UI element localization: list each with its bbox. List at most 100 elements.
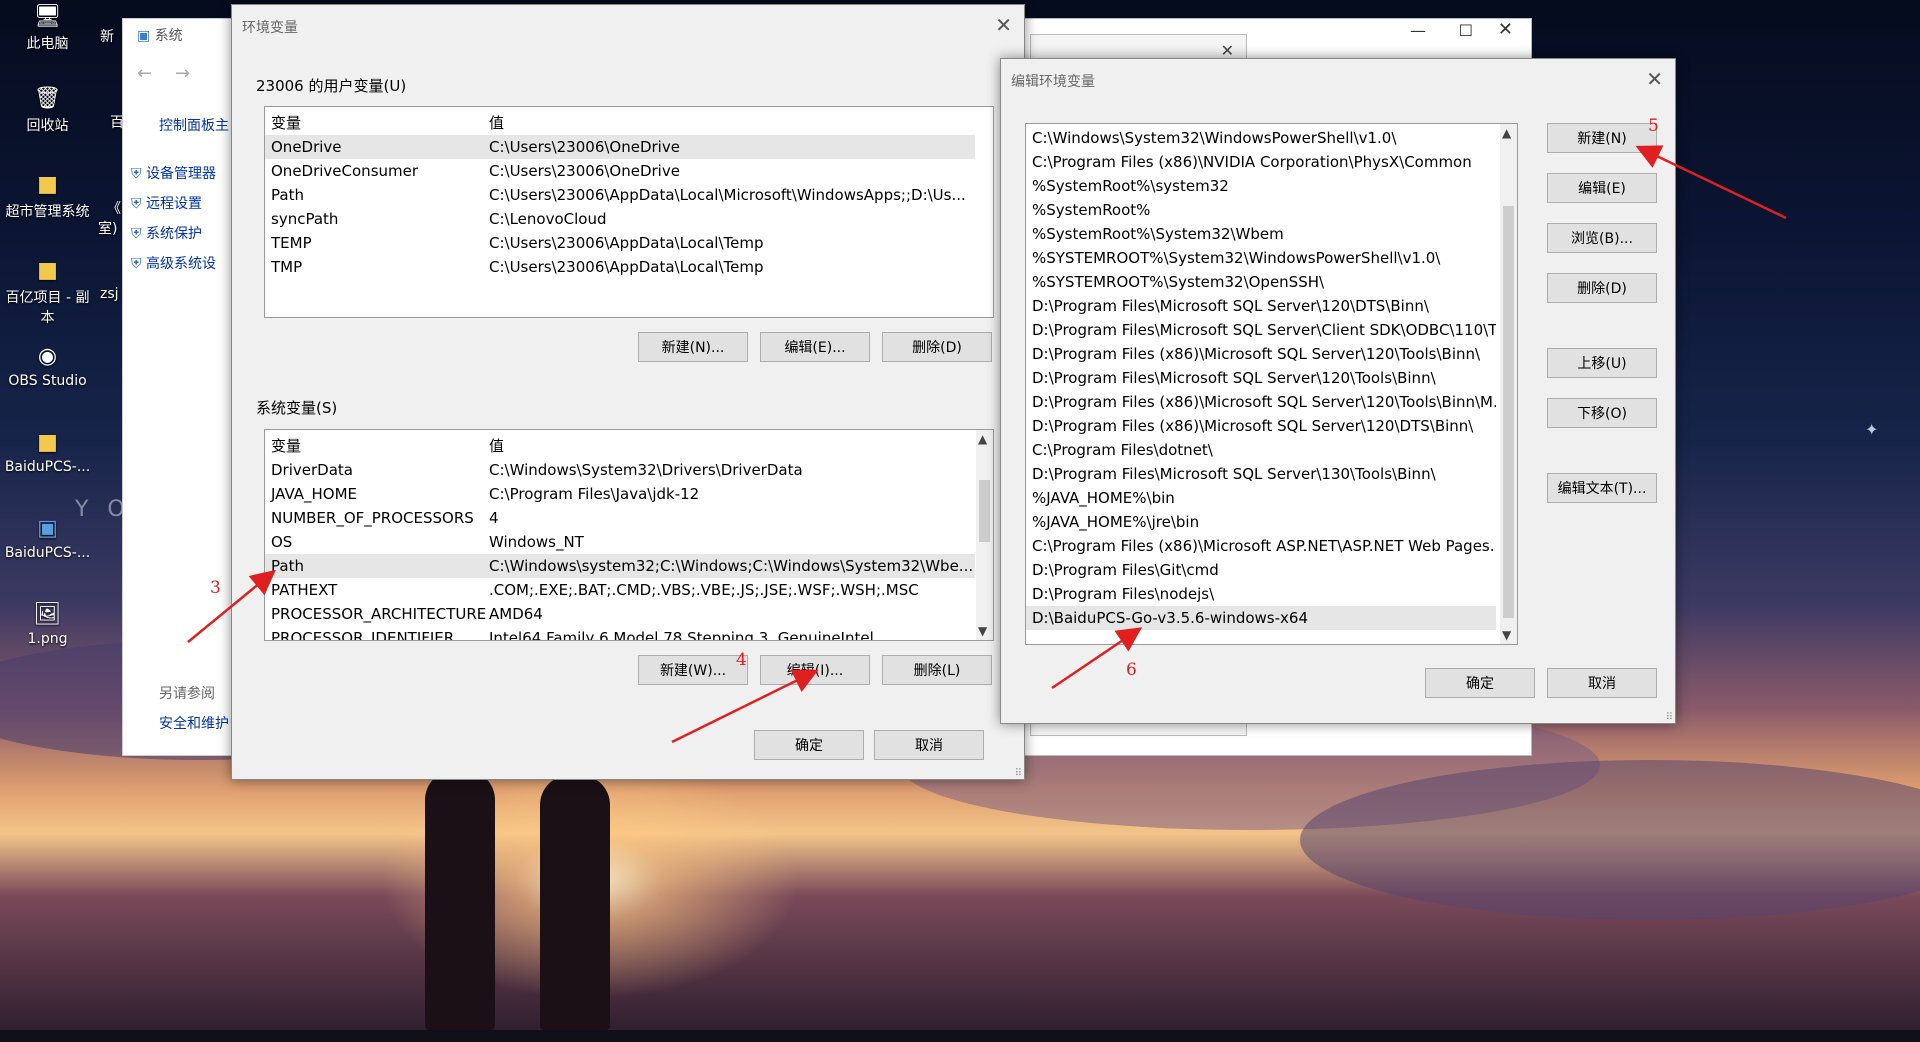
nav-item-advanced-settings[interactable]: ⛨ 高级系统设 bbox=[131, 249, 216, 279]
security-maintenance-link[interactable]: 安全和维护 bbox=[159, 713, 229, 733]
app-icon: ▣ bbox=[37, 516, 58, 541]
path-list-item[interactable]: %SYSTEMROOT%\System32\WindowsPowerShell\… bbox=[1026, 246, 1496, 270]
scrollbar-thumb[interactable] bbox=[979, 480, 990, 542]
path-list-item[interactable]: C:\Windows\System32\WindowsPowerShell\v1… bbox=[1026, 126, 1496, 150]
path-list-item[interactable]: D:\Program Files\Microsoft SQL Server\13… bbox=[1026, 462, 1496, 486]
path-list-item[interactable]: %SystemRoot%\system32 bbox=[1026, 174, 1496, 198]
path-list-item[interactable]: D:\Program Files (x86)\Microsoft SQL Ser… bbox=[1026, 390, 1496, 414]
user-new-button[interactable]: 新建(N)... bbox=[638, 332, 748, 362]
annotation-number: 5 bbox=[1648, 116, 1659, 136]
close-icon[interactable]: ✕ bbox=[995, 13, 1012, 37]
table-row[interactable]: TEMP C:\Users\23006\AppData\Local\Temp bbox=[265, 231, 975, 255]
cancel-button[interactable]: 取消 bbox=[1547, 668, 1657, 698]
path-list-item[interactable]: D:\Program Files\Microsoft SQL Server\12… bbox=[1026, 366, 1496, 390]
ok-button[interactable]: 确定 bbox=[754, 730, 864, 760]
system-vars-label: 系统变量(S) bbox=[256, 399, 338, 417]
chevron-up-icon[interactable]: ▲ bbox=[1502, 126, 1511, 140]
user-edit-button[interactable]: 编辑(E)... bbox=[760, 332, 870, 362]
path-list-item[interactable]: C:\Program Files (x86)\NVIDIA Corporatio… bbox=[1026, 150, 1496, 174]
path-list-item[interactable]: D:\Program Files (x86)\Microsoft SQL Ser… bbox=[1026, 414, 1496, 438]
desktop-icon-recycle-bin[interactable]: 🗑 回收站 bbox=[0, 86, 95, 135]
chevron-down-icon[interactable]: ▼ bbox=[1502, 628, 1511, 642]
path-list-scrollbar[interactable]: ▲ ▼ bbox=[1500, 124, 1517, 644]
path-list-item[interactable]: %SystemRoot%\System32\Wbem bbox=[1026, 222, 1496, 246]
edit-text-button[interactable]: 编辑文本(T)... bbox=[1547, 473, 1657, 503]
back-arrow-icon[interactable]: ← bbox=[137, 63, 152, 84]
forward-arrow-icon[interactable]: → bbox=[175, 63, 190, 84]
system-vars-list[interactable]: 变量 值 DriverData C:\Windows\System32\Drive… bbox=[264, 429, 994, 641]
control-panel-home-link[interactable]: 控制面板主 bbox=[159, 115, 229, 135]
browse-button[interactable]: 浏览(B)... bbox=[1547, 223, 1657, 253]
desktop-icon-png[interactable]: 🖼 1.png bbox=[0, 602, 95, 647]
table-row[interactable]: DriverData C:\Windows\System32\Drivers\Dr… bbox=[265, 458, 975, 482]
table-row[interactable]: OneDrive C:\Users\23006\OneDrive bbox=[265, 135, 975, 159]
close-icon[interactable]: ✕ bbox=[1646, 67, 1663, 91]
env-dialog-titlebar: 环境变量 ✕ bbox=[232, 5, 1024, 45]
system-window-icon: ▣ bbox=[137, 28, 151, 44]
path-list-item[interactable]: %SystemRoot% bbox=[1026, 198, 1496, 222]
cancel-button[interactable]: 取消 bbox=[874, 730, 984, 760]
nav-item-system-protection[interactable]: ⛨ 系统保护 bbox=[131, 219, 216, 249]
resize-grip-icon[interactable]: ⠿ bbox=[1666, 712, 1673, 723]
minimize-icon[interactable]: — bbox=[1410, 21, 1426, 40]
path-list-item[interactable]: D:\Program Files (x86)\Microsoft SQL Ser… bbox=[1026, 342, 1496, 366]
table-row[interactable]: OS Windows_NT bbox=[265, 530, 975, 554]
table-row[interactable]: Path C:\Users\23006\AppData\Local\Microso… bbox=[265, 183, 975, 207]
close-icon[interactable]: ✕ bbox=[1498, 19, 1513, 40]
table-row-path-selected[interactable]: Path C:\Windows\system32;C:\Windows;C:\Wi… bbox=[265, 554, 975, 578]
table-row[interactable]: PATHEXT .COM;.EXE;.BAT;.CMD;.VBS;.VBE;.JS… bbox=[265, 578, 975, 602]
desktop-icon-baidupcs-folder[interactable]: ■ BaiduPCS-... bbox=[0, 430, 95, 475]
maximize-icon[interactable]: ☐ bbox=[1459, 21, 1473, 40]
path-list-item[interactable]: D:\Program Files\Microsoft SQL Server\Cl… bbox=[1026, 318, 1496, 342]
path-list-item[interactable]: C:\Program Files (x86)\Microsoft ASP.NET… bbox=[1026, 534, 1496, 558]
system-delete-button[interactable]: 删除(L) bbox=[882, 655, 992, 685]
path-list[interactable]: C:\Windows\System32\WindowsPowerShell\v1… bbox=[1025, 123, 1518, 645]
desktop-icon-project-copy[interactable]: ■ 百亿项目 - 副本 bbox=[0, 258, 95, 327]
user-vars-list[interactable]: 变量 值 OneDrive C:\Users\23006\OneDrive One… bbox=[264, 106, 994, 318]
table-row[interactable]: OneDriveConsumer C:\Users\23006\OneDrive bbox=[265, 159, 975, 183]
shield-icon: ⛨ bbox=[131, 196, 142, 212]
nav-item-device-manager[interactable]: ⛨ 设备管理器 bbox=[131, 159, 216, 189]
new-path-button[interactable]: 新建(N) bbox=[1547, 123, 1657, 153]
user-delete-button[interactable]: 删除(D) bbox=[882, 332, 992, 362]
path-list-item[interactable]: D:\Program Files\Microsoft SQL Server\12… bbox=[1026, 294, 1496, 318]
move-up-button[interactable]: 上移(U) bbox=[1547, 348, 1657, 378]
edit-path-button[interactable]: 编辑(E) bbox=[1547, 173, 1657, 203]
desktop-icon-baidupcs-app[interactable]: ▣ BaiduPCS-... bbox=[0, 516, 95, 561]
path-list-item[interactable]: %JAVA_HOME%\jre\bin bbox=[1026, 510, 1496, 534]
path-list-item[interactable]: D:\BaiduPCS-Go-v3.5.6-windows-x64 bbox=[1026, 606, 1496, 630]
table-row[interactable]: PROCESSOR_IDENTIFIER Intel64 Family 6 Mod… bbox=[265, 626, 975, 640]
move-down-button[interactable]: 下移(O) bbox=[1547, 398, 1657, 428]
table-row[interactable]: JAVA_HOME C:\Program Files\Java\jdk-12 bbox=[265, 482, 975, 506]
system-vars-scrollbar[interactable]: ▲ ▼ bbox=[976, 430, 993, 640]
edit-dialog-titlebar: 编辑环境变量 ✕ bbox=[1001, 59, 1675, 99]
shield-icon: ⛨ bbox=[131, 166, 142, 182]
scrollbar-thumb[interactable] bbox=[1503, 206, 1514, 618]
desktop-icon-supermarket[interactable]: ■ 超市管理系统 bbox=[0, 172, 95, 221]
star-sparkle-icon: ✦ bbox=[1865, 420, 1879, 439]
annotation-number: 6 bbox=[1126, 660, 1137, 680]
computer-icon: 🖥 bbox=[33, 4, 62, 29]
delete-path-button[interactable]: 删除(D) bbox=[1547, 273, 1657, 303]
path-list-item[interactable]: C:\Program Files\dotnet\ bbox=[1026, 438, 1496, 462]
table-row[interactable]: PROCESSOR_ARCHITECTURE AMD64 bbox=[265, 602, 975, 626]
system-edit-button[interactable]: 编辑(I)... bbox=[760, 655, 870, 685]
path-list-item[interactable]: D:\Program Files\nodejs\ bbox=[1026, 582, 1496, 606]
desktop-icon-this-pc[interactable]: 🖥 此电脑 bbox=[0, 4, 95, 53]
chevron-down-icon[interactable]: ▼ bbox=[978, 624, 987, 638]
table-row[interactable]: syncPath C:\LenovoCloud bbox=[265, 207, 975, 231]
chevron-up-icon[interactable]: ▲ bbox=[978, 432, 987, 446]
ok-button[interactable]: 确定 bbox=[1425, 668, 1535, 698]
nav-item-remote-settings[interactable]: ⛨ 远程设置 bbox=[131, 189, 216, 219]
desktop-icon-obs[interactable]: ◉ OBS Studio bbox=[0, 344, 95, 389]
list-header: 变量 值 bbox=[271, 437, 505, 455]
table-row[interactable]: NUMBER_OF_PROCESSORS 4 bbox=[265, 506, 975, 530]
system-new-button[interactable]: 新建(W)... bbox=[638, 655, 748, 685]
shield-icon: ⛨ bbox=[131, 256, 142, 272]
table-row[interactable]: TMP C:\Users\23006\AppData\Local\Temp bbox=[265, 255, 975, 279]
path-list-item[interactable]: %SYSTEMROOT%\System32\OpenSSH\ bbox=[1026, 270, 1496, 294]
path-list-item[interactable]: %JAVA_HOME%\bin bbox=[1026, 486, 1496, 510]
taskbar[interactable] bbox=[0, 1030, 1920, 1042]
resize-grip-icon[interactable]: ⠿ bbox=[1015, 768, 1022, 779]
path-list-item[interactable]: D:\Program Files\Git\cmd bbox=[1026, 558, 1496, 582]
